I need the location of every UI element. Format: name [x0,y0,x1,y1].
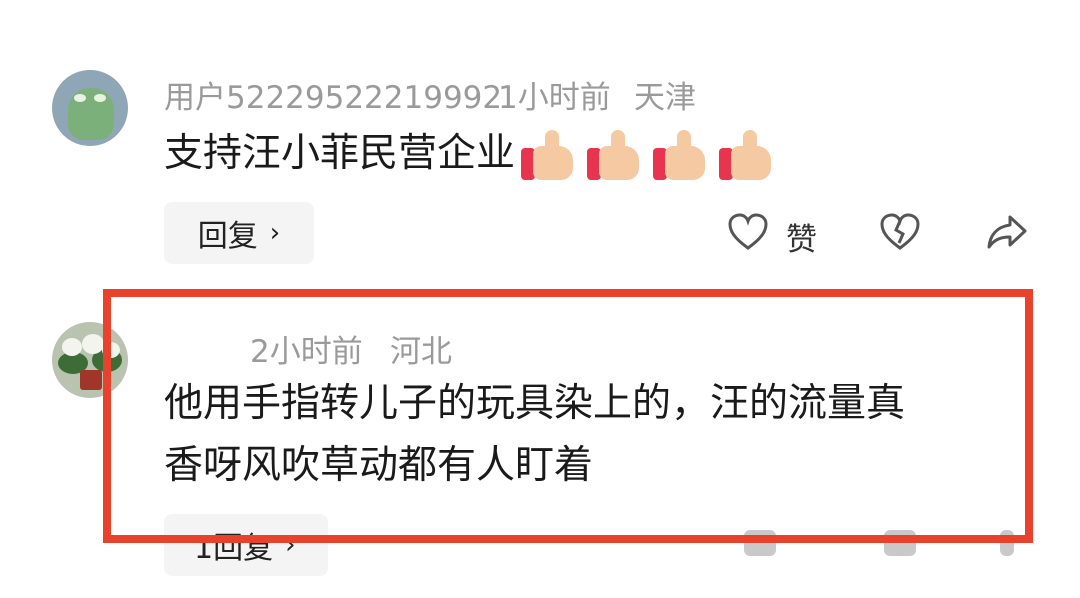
reply-label: 回复 [197,219,258,254]
thumbs-up-icon [719,128,775,184]
comment-text-content: 支持汪小菲民营企业 [164,131,516,176]
heart-icon[interactable] [728,213,768,251]
thumbs-up-icon [653,128,709,184]
highlight-box [103,289,1033,543]
avatar[interactable] [52,70,128,146]
thumbs-up-icon [587,128,643,184]
broken-heart-icon[interactable] [880,213,920,251]
thumbs-up-emojis [521,128,775,184]
chevron-right-icon: › [269,218,281,248]
reply-button[interactable]: 回复 › [164,202,314,264]
thumbs-up-icon [521,128,577,184]
frog-avatar-icon [68,88,114,140]
comment-location: 天津 [634,80,696,116]
comment-time: 1小时前 [498,80,611,116]
share-icon[interactable] [986,214,1028,250]
comment-text: 支持汪小菲民营企业 [164,124,775,184]
like-label[interactable]: 赞 [786,214,817,259]
username[interactable]: 用户52229522219992 [164,72,502,117]
